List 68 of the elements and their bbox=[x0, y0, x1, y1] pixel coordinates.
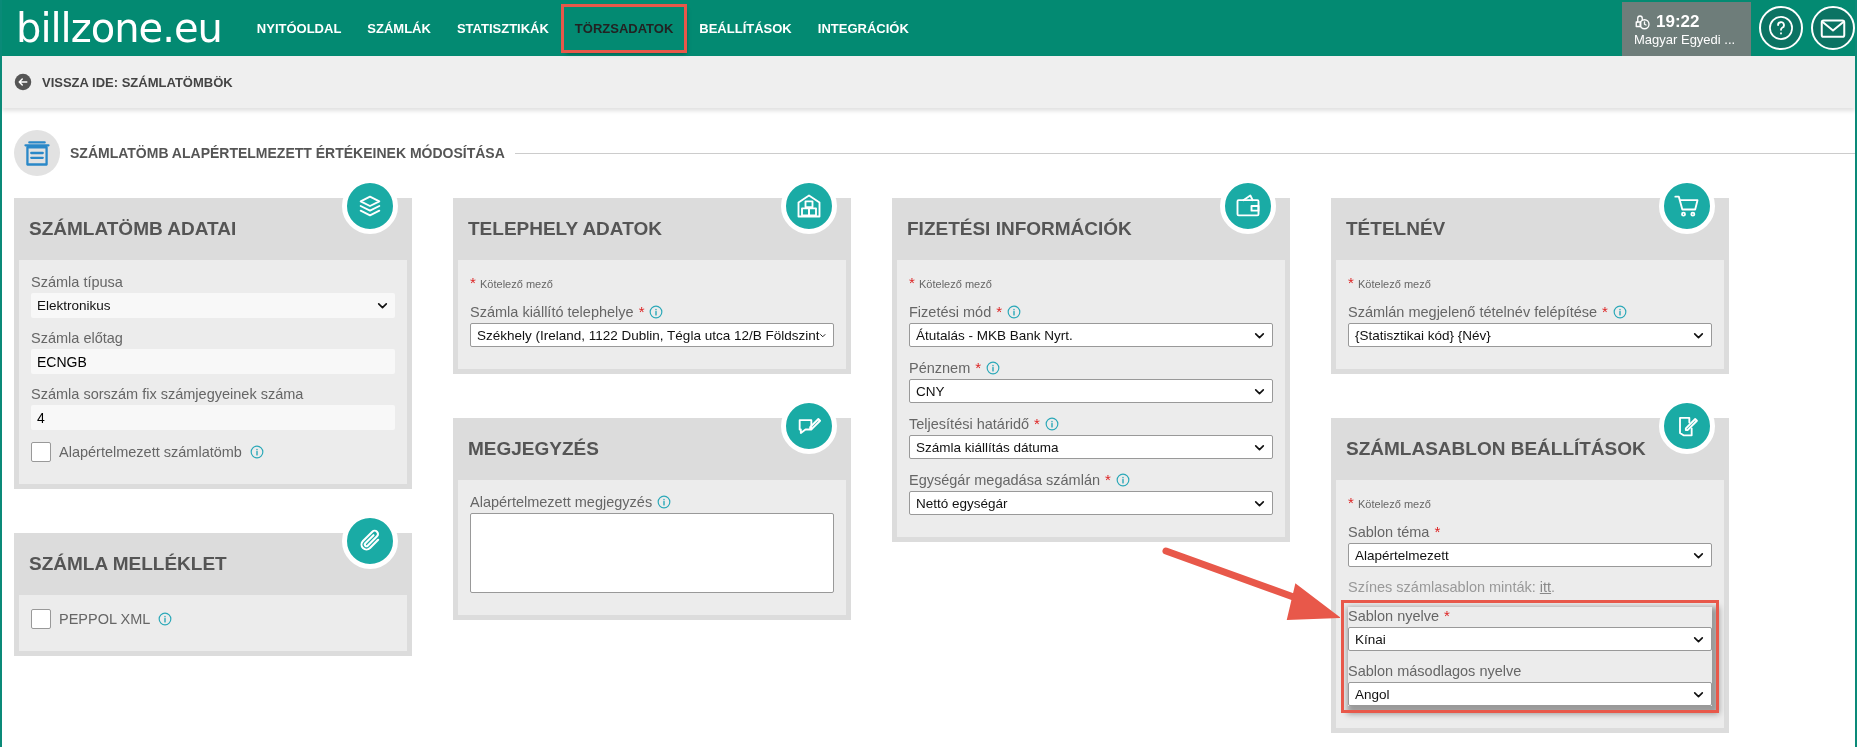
required-mark: * bbox=[975, 359, 982, 376]
dropdown[interactable]: Elektronikus bbox=[31, 293, 395, 318]
nav-item[interactable]: TÖRZSADATOK bbox=[563, 6, 685, 50]
dropdown[interactable]: Kínai bbox=[1348, 627, 1712, 651]
dropdown[interactable]: Székhely (Ireland, 1122 Dublin, Tégla utca 12/B Földszint bbox=[470, 323, 834, 347]
required-note: * Kötelező mező bbox=[1348, 494, 1432, 511]
dropdown[interactable]: CNY bbox=[909, 379, 1273, 403]
input-field[interactable]: ECNGB bbox=[31, 349, 395, 374]
required-mark: * bbox=[638, 303, 645, 320]
user-name: Magyar Egyedi ... bbox=[1634, 31, 1737, 47]
dropdown[interactable]: {Statisztikai kód} {Név} bbox=[1348, 323, 1712, 347]
dropdown[interactable]: Nettó egységár bbox=[909, 491, 1273, 515]
card-title: TÉTELNÉV bbox=[1345, 217, 1447, 241]
nav-item[interactable]: STATISZTIKÁK bbox=[445, 6, 560, 50]
dropdown[interactable]: Angol bbox=[1348, 682, 1712, 706]
field-label: Számlán megjelenő tételnév felépítése bbox=[1348, 303, 1598, 320]
field-label: Teljesítési határidő bbox=[909, 415, 1030, 432]
dropdown[interactable]: Átutalás - MKB Bank Nyrt. bbox=[909, 323, 1273, 347]
textarea-field[interactable] bbox=[470, 513, 834, 593]
field-label: Sablon másodlagos nyelve bbox=[1348, 663, 1522, 679]
logo[interactable]: billzone.eu bbox=[2, 0, 246, 56]
required-mark: * bbox=[1602, 303, 1608, 320]
input-field[interactable]: 4 bbox=[31, 405, 395, 430]
nav-item[interactable]: SZÁMLÁK bbox=[356, 6, 442, 50]
checkbox[interactable] bbox=[31, 442, 51, 462]
card-title: MEGJEGYZÉS bbox=[467, 437, 600, 461]
card-title: SZÁMLA MELLÉKLET bbox=[28, 552, 228, 576]
checkbox[interactable] bbox=[31, 609, 51, 629]
required-mark: * bbox=[1444, 607, 1450, 624]
card-title: TELEPHELY ADATOK bbox=[467, 217, 663, 241]
page-title: SZÁMLATÖMB ALAPÉRTELMEZETT ÉRTÉKEINEK MÓDOSÍTÁSA bbox=[70, 145, 505, 161]
required-mark: * bbox=[1434, 523, 1441, 540]
field-label: Fizetési mód bbox=[909, 303, 992, 320]
required-mark: * bbox=[996, 303, 1003, 320]
card-title: SZÁMLASABLON BEÁLLÍTÁSOK bbox=[1345, 437, 1647, 461]
checkbox-label: Alapértelmezett számlatömb bbox=[59, 444, 242, 460]
clock-lock-icon bbox=[1634, 12, 1652, 31]
dropdown[interactable]: Alapértelmezett bbox=[1348, 543, 1712, 567]
field-label: Számla típusa bbox=[31, 274, 123, 290]
user-panel[interactable]: 19:22 Magyar Egyedi ... bbox=[1622, 2, 1751, 56]
mail-button[interactable] bbox=[1811, 6, 1855, 50]
back-link[interactable]: VISSZA IDE: SZÁMLATÖMBÖK bbox=[42, 74, 233, 90]
field-label: Számla előtag bbox=[31, 330, 123, 346]
required-mark: * bbox=[1034, 415, 1040, 432]
question-icon[interactable] bbox=[1767, 14, 1795, 42]
field-label: Egységár megadása számlán bbox=[909, 471, 1101, 488]
checkbox-label: PEPPOL XML bbox=[59, 611, 151, 627]
required-note: * Kötelező mező bbox=[1348, 274, 1432, 291]
field-label: Pénznem bbox=[909, 359, 971, 376]
session-time: 19:22 bbox=[1656, 11, 1700, 32]
template-samples-note: Színes számlasablon minták: itt. bbox=[1348, 579, 1557, 595]
card-title: FIZETÉSI INFORMÁCIÓK bbox=[906, 217, 1133, 241]
nav-item[interactable]: INTEGRÁCIÓK bbox=[806, 6, 920, 50]
field-label: Alapértelmezett megjegyzés bbox=[470, 494, 653, 510]
dropdown[interactable]: Számla kiállítás dátuma bbox=[909, 435, 1273, 459]
field-label: Sablon téma bbox=[1348, 523, 1430, 540]
nav-item[interactable]: NYITÓOLDAL bbox=[245, 6, 353, 50]
field-label: Számla sorszám fix számjegyeinek száma bbox=[31, 386, 304, 402]
required-mark: * bbox=[1105, 471, 1111, 488]
invoice-book-icon bbox=[14, 130, 60, 176]
field-label: Sablon nyelve bbox=[1348, 607, 1440, 624]
nav-item[interactable]: BEÁLLÍTÁSOK bbox=[688, 6, 803, 50]
card-title: SZÁMLATÖMB ADATAI bbox=[28, 217, 238, 241]
required-note: * Kötelező mező bbox=[470, 274, 554, 291]
building-icon bbox=[795, 192, 823, 220]
required-note: * Kötelező mező bbox=[909, 274, 993, 291]
help-button[interactable] bbox=[1759, 6, 1803, 50]
field-label: Számla kiállító telephelye bbox=[470, 303, 634, 320]
